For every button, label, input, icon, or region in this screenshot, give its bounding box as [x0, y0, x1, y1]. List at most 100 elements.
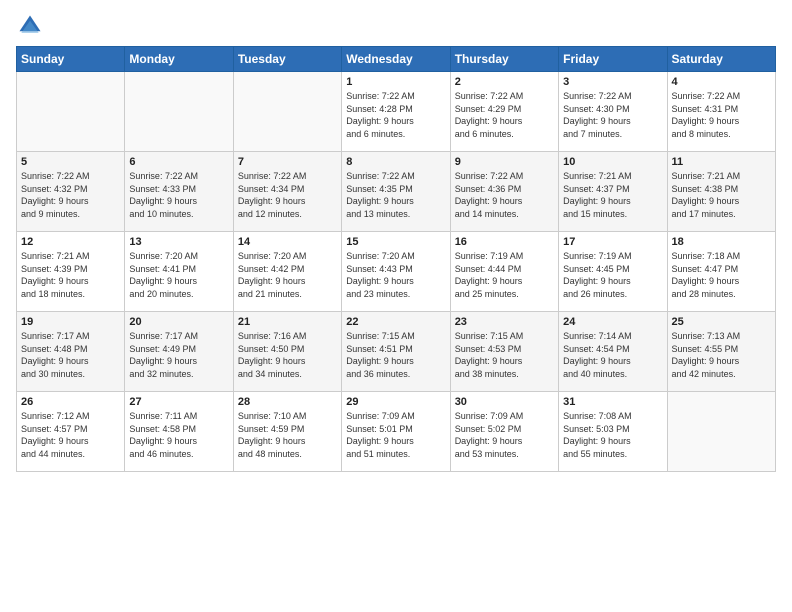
day-info: Sunrise: 7:15 AM Sunset: 4:51 PM Dayligh…: [346, 330, 445, 380]
day-number: 25: [672, 316, 771, 328]
day-number: 21: [238, 316, 337, 328]
page: SundayMondayTuesdayWednesdayThursdayFrid…: [0, 0, 792, 480]
calendar-cell: 11 Sunrise: 7:21 AM Sunset: 4:38 PM Dayli…: [667, 152, 775, 232]
week-row-0: 1Sunrise: 7:22 AM Sunset: 4:28 PM Daylig…: [17, 72, 776, 152]
calendar-cell: 1Sunrise: 7:22 AM Sunset: 4:28 PM Daylig…: [342, 72, 450, 152]
week-row-2: 12 Sunrise: 7:21 AM Sunset: 4:39 PM Dayli…: [17, 232, 776, 312]
day-info: Sunrise: 7:22 AM Sunset: 4:33 PM Dayligh…: [129, 170, 228, 220]
day-number: 23: [455, 316, 554, 328]
day-number: 29: [346, 396, 445, 408]
day-info: Sunrise: 7:22 AM Sunset: 4:35 PM Dayligh…: [346, 170, 445, 220]
calendar-cell: 3Sunrise: 7:22 AM Sunset: 4:30 PM Daylig…: [559, 72, 667, 152]
day-number: 31: [563, 396, 662, 408]
day-number: 1: [346, 76, 445, 88]
header-saturday: Saturday: [667, 47, 775, 72]
calendar-cell: 18 Sunrise: 7:18 AM Sunset: 4:47 PM Dayli…: [667, 232, 775, 312]
day-number: 5: [21, 156, 120, 168]
day-number: 19: [21, 316, 120, 328]
day-number: 3: [563, 76, 662, 88]
day-number: 22: [346, 316, 445, 328]
day-info: Sunrise: 7:10 AM Sunset: 4:59 PM Dayligh…: [238, 410, 337, 460]
header-thursday: Thursday: [450, 47, 558, 72]
day-info: Sunrise: 7:21 AM Sunset: 4:37 PM Dayligh…: [563, 170, 662, 220]
day-info: Sunrise: 7:22 AM Sunset: 4:32 PM Dayligh…: [21, 170, 120, 220]
day-number: 16: [455, 236, 554, 248]
calendar-cell: 6 Sunrise: 7:22 AM Sunset: 4:33 PM Daylig…: [125, 152, 233, 232]
day-info: Sunrise: 7:11 AM Sunset: 4:58 PM Dayligh…: [129, 410, 228, 460]
day-info: Sunrise: 7:16 AM Sunset: 4:50 PM Dayligh…: [238, 330, 337, 380]
calendar-cell: 7 Sunrise: 7:22 AM Sunset: 4:34 PM Daylig…: [233, 152, 341, 232]
calendar-cell: 9Sunrise: 7:22 AM Sunset: 4:36 PM Daylig…: [450, 152, 558, 232]
calendar-cell: 20 Sunrise: 7:17 AM Sunset: 4:49 PM Dayli…: [125, 312, 233, 392]
day-info: Sunrise: 7:22 AM Sunset: 4:36 PM Dayligh…: [455, 170, 554, 220]
day-info: Sunrise: 7:17 AM Sunset: 4:48 PM Dayligh…: [21, 330, 120, 380]
day-number: 18: [672, 236, 771, 248]
day-number: 14: [238, 236, 337, 248]
day-info: Sunrise: 7:09 AM Sunset: 5:02 PM Dayligh…: [455, 410, 554, 460]
calendar-cell: 26 Sunrise: 7:12 AM Sunset: 4:57 PM Dayli…: [17, 392, 125, 472]
header-tuesday: Tuesday: [233, 47, 341, 72]
day-number: 15: [346, 236, 445, 248]
calendar-cell: 17 Sunrise: 7:19 AM Sunset: 4:45 PM Dayli…: [559, 232, 667, 312]
week-row-3: 19 Sunrise: 7:17 AM Sunset: 4:48 PM Dayli…: [17, 312, 776, 392]
calendar-cell: 12 Sunrise: 7:21 AM Sunset: 4:39 PM Dayli…: [17, 232, 125, 312]
day-number: 10: [563, 156, 662, 168]
calendar-cell: 8 Sunrise: 7:22 AM Sunset: 4:35 PM Daylig…: [342, 152, 450, 232]
calendar-cell: 29 Sunrise: 7:09 AM Sunset: 5:01 PM Dayli…: [342, 392, 450, 472]
day-info: Sunrise: 7:20 AM Sunset: 4:42 PM Dayligh…: [238, 250, 337, 300]
day-number: 17: [563, 236, 662, 248]
day-info: Sunrise: 7:08 AM Sunset: 5:03 PM Dayligh…: [563, 410, 662, 460]
week-row-1: 5 Sunrise: 7:22 AM Sunset: 4:32 PM Daylig…: [17, 152, 776, 232]
day-info: Sunrise: 7:09 AM Sunset: 5:01 PM Dayligh…: [346, 410, 445, 460]
calendar-cell: 2Sunrise: 7:22 AM Sunset: 4:29 PM Daylig…: [450, 72, 558, 152]
calendar-cell: 4Sunrise: 7:22 AM Sunset: 4:31 PM Daylig…: [667, 72, 775, 152]
calendar-cell: 14 Sunrise: 7:20 AM Sunset: 4:42 PM Dayli…: [233, 232, 341, 312]
day-number: 24: [563, 316, 662, 328]
day-number: 13: [129, 236, 228, 248]
day-number: 7: [238, 156, 337, 168]
calendar-cell: 28 Sunrise: 7:10 AM Sunset: 4:59 PM Dayli…: [233, 392, 341, 472]
day-info: Sunrise: 7:17 AM Sunset: 4:49 PM Dayligh…: [129, 330, 228, 380]
calendar-cell: 15Sunrise: 7:20 AM Sunset: 4:43 PM Dayli…: [342, 232, 450, 312]
calendar-cell: 10 Sunrise: 7:21 AM Sunset: 4:37 PM Dayli…: [559, 152, 667, 232]
day-number: 30: [455, 396, 554, 408]
calendar-cell: 25 Sunrise: 7:13 AM Sunset: 4:55 PM Dayli…: [667, 312, 775, 392]
day-number: 12: [21, 236, 120, 248]
day-number: 11: [672, 156, 771, 168]
calendar-cell: 19 Sunrise: 7:17 AM Sunset: 4:48 PM Dayli…: [17, 312, 125, 392]
logo-icon: [16, 12, 44, 40]
day-info: Sunrise: 7:15 AM Sunset: 4:53 PM Dayligh…: [455, 330, 554, 380]
day-number: 26: [21, 396, 120, 408]
calendar-cell: 24Sunrise: 7:14 AM Sunset: 4:54 PM Dayli…: [559, 312, 667, 392]
calendar-table: SundayMondayTuesdayWednesdayThursdayFrid…: [16, 46, 776, 472]
header-monday: Monday: [125, 47, 233, 72]
day-info: Sunrise: 7:22 AM Sunset: 4:31 PM Dayligh…: [672, 90, 771, 140]
day-number: 6: [129, 156, 228, 168]
day-number: 8: [346, 156, 445, 168]
day-info: Sunrise: 7:20 AM Sunset: 4:41 PM Dayligh…: [129, 250, 228, 300]
logo: [16, 12, 48, 40]
calendar-cell: [17, 72, 125, 152]
calendar-cell: 5 Sunrise: 7:22 AM Sunset: 4:32 PM Daylig…: [17, 152, 125, 232]
day-info: Sunrise: 7:21 AM Sunset: 4:39 PM Dayligh…: [21, 250, 120, 300]
day-info: Sunrise: 7:19 AM Sunset: 4:44 PM Dayligh…: [455, 250, 554, 300]
day-info: Sunrise: 7:21 AM Sunset: 4:38 PM Dayligh…: [672, 170, 771, 220]
calendar-cell: 13 Sunrise: 7:20 AM Sunset: 4:41 PM Dayli…: [125, 232, 233, 312]
day-number: 28: [238, 396, 337, 408]
calendar-cell: 30 Sunrise: 7:09 AM Sunset: 5:02 PM Dayli…: [450, 392, 558, 472]
header: [16, 12, 776, 40]
day-info: Sunrise: 7:12 AM Sunset: 4:57 PM Dayligh…: [21, 410, 120, 460]
calendar-cell: [667, 392, 775, 472]
day-info: Sunrise: 7:22 AM Sunset: 4:34 PM Dayligh…: [238, 170, 337, 220]
day-number: 2: [455, 76, 554, 88]
calendar-cell: 16 Sunrise: 7:19 AM Sunset: 4:44 PM Dayli…: [450, 232, 558, 312]
header-friday: Friday: [559, 47, 667, 72]
day-info: Sunrise: 7:19 AM Sunset: 4:45 PM Dayligh…: [563, 250, 662, 300]
header-wednesday: Wednesday: [342, 47, 450, 72]
calendar-cell: 31 Sunrise: 7:08 AM Sunset: 5:03 PM Dayli…: [559, 392, 667, 472]
day-info: Sunrise: 7:13 AM Sunset: 4:55 PM Dayligh…: [672, 330, 771, 380]
calendar-cell: 23 Sunrise: 7:15 AM Sunset: 4:53 PM Dayli…: [450, 312, 558, 392]
day-info: Sunrise: 7:18 AM Sunset: 4:47 PM Dayligh…: [672, 250, 771, 300]
calendar-cell: 22 Sunrise: 7:15 AM Sunset: 4:51 PM Dayli…: [342, 312, 450, 392]
day-number: 20: [129, 316, 228, 328]
